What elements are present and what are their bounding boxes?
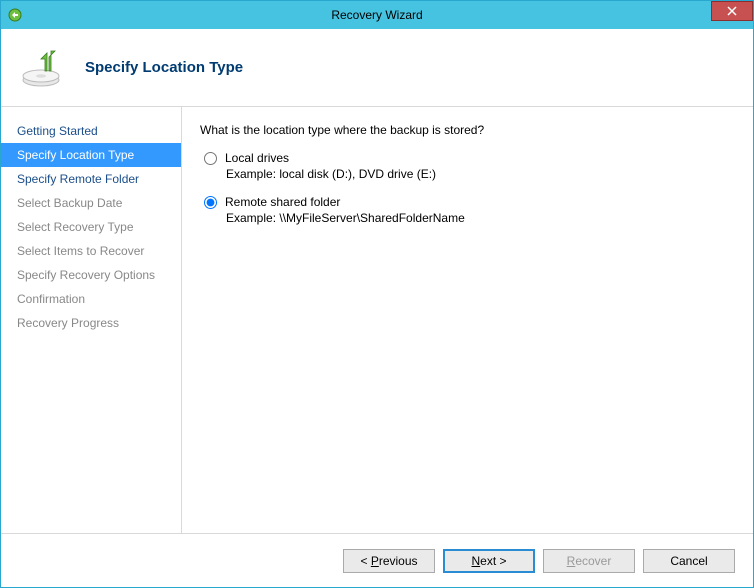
recover-button: Recover (543, 549, 635, 573)
wizard-icon (19, 43, 67, 91)
cancel-button[interactable]: Cancel (643, 549, 735, 573)
step-specify-remote-folder[interactable]: Specify Remote Folder (1, 167, 181, 191)
app-icon (7, 7, 23, 23)
label-local-drives: Local drives (225, 151, 289, 165)
step-select-backup-date: Select Backup Date (1, 191, 181, 215)
step-confirmation: Confirmation (1, 287, 181, 311)
next-button[interactable]: Next > (443, 549, 535, 573)
step-select-recovery-type: Select Recovery Type (1, 215, 181, 239)
question-text: What is the location type where the back… (200, 123, 731, 137)
recovery-wizard-window: Recovery Wizard Specify Location Type Ge… (0, 0, 754, 588)
step-sidebar: Getting Started Specify Location Type Sp… (1, 107, 182, 533)
radio-remote-shared-folder[interactable] (204, 196, 217, 209)
radio-local-drives[interactable] (204, 152, 217, 165)
wizard-body: Getting Started Specify Location Type Sp… (1, 106, 753, 533)
step-specify-location-type[interactable]: Specify Location Type (1, 143, 181, 167)
example-local-drives: Example: local disk (D:), DVD drive (E:) (226, 167, 731, 181)
page-title: Specify Location Type (85, 59, 243, 76)
wizard-header: Specify Location Type (1, 29, 753, 106)
step-getting-started[interactable]: Getting Started (1, 119, 181, 143)
window-title: Recovery Wizard (1, 8, 753, 22)
previous-button[interactable]: < Previous (343, 549, 435, 573)
option-local-drives[interactable]: Local drives (200, 151, 731, 165)
step-specify-recovery-options: Specify Recovery Options (1, 263, 181, 287)
close-button[interactable] (711, 1, 753, 21)
example-remote-shared-folder: Example: \\MyFileServer\SharedFolderName (226, 211, 731, 225)
step-select-items-to-recover: Select Items to Recover (1, 239, 181, 263)
step-recovery-progress: Recovery Progress (1, 311, 181, 335)
content-pane: What is the location type where the back… (182, 107, 753, 533)
option-remote-shared-folder[interactable]: Remote shared folder (200, 195, 731, 209)
wizard-footer: < Previous Next > Recover Cancel (1, 533, 753, 587)
titlebar: Recovery Wizard (1, 1, 753, 29)
label-remote-shared-folder: Remote shared folder (225, 195, 340, 209)
